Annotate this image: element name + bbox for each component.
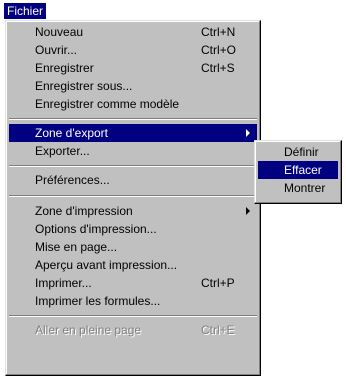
menu-item-label: Enregistrer: [35, 61, 94, 75]
submenu-item-montrer[interactable]: Montrer: [258, 179, 338, 197]
menu-item-exporter[interactable]: Exporter...: [9, 142, 257, 160]
menu-item-label: Préférences...: [35, 173, 110, 187]
menu-item-zone-impression[interactable]: Zone d'impression: [9, 202, 257, 220]
menu-item-label: Enregistrer comme modèle: [35, 97, 180, 111]
menu-fichier[interactable]: Fichier: [4, 3, 47, 19]
menu-item-shortcut: Ctrl+E: [201, 323, 235, 337]
menu-item-imprimer[interactable]: Imprimer... Ctrl+P: [9, 274, 257, 292]
submenu-item-label: Définir: [284, 145, 319, 159]
menu-item-nouveau[interactable]: Nouveau Ctrl+N: [9, 23, 257, 41]
menu-item-shortcut: Ctrl+N: [201, 25, 236, 39]
menu-item-label: Options d'impression...: [35, 222, 157, 236]
menu-separator: [9, 195, 257, 197]
menu-item-shortcut: Ctrl+O: [201, 43, 237, 57]
menu-item-label: Exporter...: [35, 144, 90, 158]
menu-item-preferences[interactable]: Préférences...: [9, 171, 257, 189]
menu-item-zone-export[interactable]: Zone d'export: [9, 124, 257, 142]
menu-separator: [9, 165, 257, 167]
menu-item-label: Aller en pleine page: [35, 323, 142, 337]
menu-item-enregistrer[interactable]: Enregistrer Ctrl+S: [9, 59, 257, 77]
submenu-item-definir[interactable]: Définir: [258, 143, 338, 161]
menu-item-mise-en-page[interactable]: Mise en page...: [9, 238, 257, 256]
zone-export-submenu: Définir Effacer Montrer: [254, 140, 342, 204]
file-menu: Nouveau Ctrl+N Ouvrir... Ctrl+O Enregist…: [5, 20, 261, 376]
menu-item-ouvrir[interactable]: Ouvrir... Ctrl+O: [9, 41, 257, 59]
menu-item-label: Ouvrir...: [35, 43, 78, 57]
menu-item-label: Mise en page...: [35, 240, 118, 254]
submenu-item-label: Effacer: [284, 163, 322, 177]
submenu-item-label: Montrer: [284, 181, 326, 195]
menu-separator: [9, 118, 257, 120]
menu-item-label: Imprimer...: [35, 276, 92, 290]
menu-item-imprimer-formules[interactable]: Imprimer les formules...: [9, 292, 257, 310]
submenu-item-effacer[interactable]: Effacer: [258, 161, 338, 179]
menu-item-label: Zone d'impression: [35, 204, 133, 218]
menu-item-shortcut: Ctrl+P: [201, 276, 235, 290]
menu-item-apercu[interactable]: Aperçu avant impression...: [9, 256, 257, 274]
menu-item-label: Zone d'export: [35, 126, 109, 140]
menu-item-options-impression[interactable]: Options d'impression...: [9, 220, 257, 238]
menu-item-label: Nouveau: [35, 25, 84, 39]
menu-item-enregistrer-modele[interactable]: Enregistrer comme modèle: [9, 95, 257, 113]
menu-separator: [9, 315, 257, 317]
menu-item-enregistrer-sous[interactable]: Enregistrer sous...: [9, 77, 257, 95]
menu-item-shortcut: Ctrl+S: [201, 61, 235, 75]
menu-item-label: Enregistrer sous...: [35, 79, 133, 93]
menu-item-label: Aperçu avant impression...: [35, 258, 178, 272]
menu-item-label: Imprimer les formules...: [35, 294, 161, 308]
menu-item-pleine-page: Aller en pleine page Ctrl+E: [9, 321, 257, 339]
